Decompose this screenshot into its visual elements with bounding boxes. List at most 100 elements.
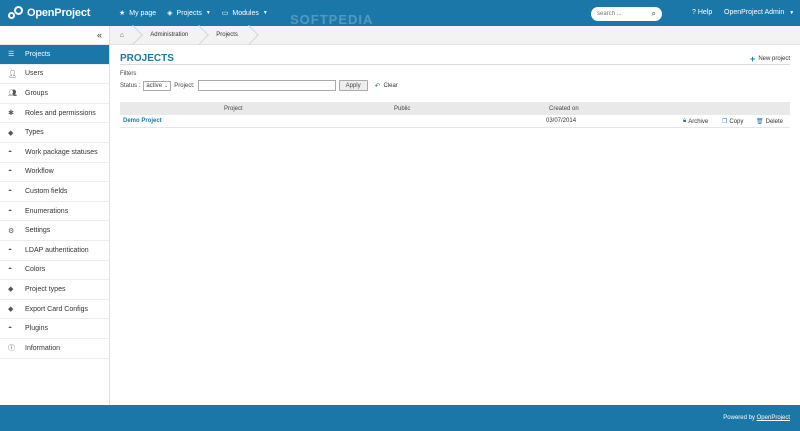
sidebar-item-types[interactable]: ◆ Types — [0, 123, 109, 143]
search-icon[interactable]: ⌕ — [652, 9, 656, 19]
sidebar-item-export-card-configs[interactable]: ◆ Export Card Configs — [0, 300, 109, 320]
created-on-cell: 03/07/2014 — [546, 118, 577, 124]
sidebar-item-label: Users — [25, 70, 44, 78]
footer-text: Powered by OpenProject — [723, 415, 790, 421]
caret-down-icon: ▼ — [205, 10, 211, 16]
info-icon: ⓘ — [8, 345, 15, 353]
search-input[interactable] — [597, 11, 647, 17]
projects-table: Project Public Created on Demo Project 0… — [120, 102, 790, 128]
caret-down-icon: ▼ — [789, 10, 795, 16]
status-label: Status : — [120, 82, 141, 89]
status-select-value: active — [146, 82, 163, 89]
sidebar-item-label: Projects — [25, 50, 51, 58]
trash-icon: 🗑︎ — [756, 119, 764, 125]
sidebar-item-label: Custom fields — [25, 187, 68, 195]
archive-label: Archive — [688, 118, 709, 125]
sidebar-item-colors[interactable]: ◓ Colors — [0, 261, 109, 281]
sidebar-item-label: Plugins — [25, 325, 48, 333]
sidebar-item-label: Groups — [25, 89, 48, 97]
sidebar-item-enumerations[interactable]: ◓ Enumerations — [0, 202, 109, 222]
page-title: PROJECTS — [120, 53, 174, 64]
list-icon: ☰ — [8, 51, 15, 59]
nav-modules-menu[interactable]: ▭ Modules ▼ — [221, 9, 268, 18]
archive-button[interactable]: 🔒︎ Archive — [683, 118, 708, 125]
sidebar-item-label: Settings — [25, 227, 51, 235]
plus-icon: + — [750, 54, 756, 64]
breadcrumb-label: Projects — [216, 32, 238, 38]
gauge-icon: ◓ — [8, 187, 13, 195]
sidebar-item-workflow[interactable]: ◓ Workflow — [0, 163, 109, 183]
sidebar-item-label: Roles and permissions — [25, 109, 96, 117]
logo-icon — [8, 6, 24, 20]
sidebar-item-label: Colors — [25, 266, 46, 274]
nav-my-page-label: My page — [129, 9, 157, 17]
sidebar-item-plugins[interactable]: ◓ Plugins — [0, 319, 109, 339]
new-project-button[interactable]: + New project — [750, 54, 790, 64]
nav-projects-menu[interactable]: ◈ Projects ▼ — [167, 9, 211, 18]
sidebar-item-label: Work package statuses — [25, 148, 98, 156]
chevron-down-icon: ⌄ — [164, 82, 169, 89]
top-menu-bar: OpenProject ★ My page ◈ Projects ▼ ▭ Mod… — [0, 0, 800, 27]
breadcrumb-item-projects[interactable]: Projects — [202, 26, 252, 45]
project-filter-input[interactable] — [197, 80, 336, 91]
title-row: PROJECTS + New project — [120, 45, 790, 65]
column-header-project[interactable]: Project — [224, 106, 243, 112]
gauge-icon: ◓ — [8, 246, 13, 254]
gauge-icon: ◓ — [8, 266, 13, 274]
lock-icon: 🔒︎ — [683, 118, 687, 124]
clear-button[interactable]: ↶ Clear — [375, 82, 398, 90]
sidebar-item-label: Information — [25, 344, 61, 352]
sidebar-item-custom-fields[interactable]: ◓ Custom fields — [0, 182, 109, 202]
undo-icon: ↶ — [374, 82, 381, 90]
apply-button[interactable]: Apply — [338, 80, 368, 91]
sidebar-item-label: LDAP authentication — [25, 246, 89, 254]
help-label: Help — [697, 9, 713, 16]
gear-icon: ✱ — [8, 110, 14, 118]
star-icon: ★ — [119, 10, 126, 17]
delete-label: Delete — [765, 118, 783, 125]
user-menu[interactable]: OpenProject Admin ▼ — [724, 9, 794, 16]
filters-label: Filters — [120, 71, 137, 77]
delete-button[interactable]: 🗑︎ Delete — [756, 118, 783, 126]
footer: Powered by OpenProject — [0, 405, 800, 431]
sidebar-item-ldap-authentication[interactable]: ◓ LDAP authentication — [0, 241, 109, 261]
breadcrumb-item-administration[interactable]: Administration — [136, 26, 202, 45]
table-row: Demo Project 03/07/2014 🔒︎ Archive ❐ Cop… — [120, 115, 790, 128]
project-link[interactable]: Demo Project — [123, 118, 162, 124]
clear-label: Clear — [383, 82, 398, 89]
modules-icon: ▭ — [221, 10, 229, 17]
logo-text: OpenProject — [27, 7, 91, 19]
breadcrumb-home[interactable]: ⌂ — [110, 26, 136, 45]
sidebar-item-roles[interactable]: ✱ Roles and permissions — [0, 104, 109, 124]
status-select[interactable]: active ⌄ — [143, 80, 172, 91]
nav-my-page[interactable]: ★ My page — [119, 9, 157, 18]
column-header-public[interactable]: Public — [394, 106, 410, 112]
column-header-created-on[interactable]: Created on — [549, 106, 579, 112]
sidebar-item-information[interactable]: ⓘ Information — [0, 339, 109, 359]
project-label: Project: — [174, 82, 195, 89]
sidebar-collapse-button[interactable]: « — [0, 26, 109, 45]
sidebar-item-label: Enumerations — [25, 207, 69, 215]
copy-button[interactable]: ❐ Copy — [722, 118, 744, 126]
search-box[interactable]: ⌕ — [591, 7, 662, 21]
filter-row: Status : active ⌄ Project: Apply ↶ Clear — [120, 80, 790, 91]
gauge-icon: ◓ — [8, 325, 13, 333]
gears-icon: ⚙︎ — [8, 227, 15, 235]
sidebar-item-settings[interactable]: ⚙︎ Settings — [0, 221, 109, 241]
openproject-link[interactable]: OpenProject — [757, 415, 790, 421]
top-nav: ★ My page ◈ Projects ▼ ▭ Modules ▼ — [108, 0, 268, 26]
new-project-label: New project — [758, 56, 790, 62]
user-label: OpenProject Admin — [724, 9, 785, 16]
sidebar-item-project-types[interactable]: ◆ Project types — [0, 280, 109, 300]
sidebar-item-projects[interactable]: ☰ Projects — [0, 45, 109, 65]
copy-icon: ❐ — [722, 119, 728, 125]
logo[interactable]: OpenProject — [0, 0, 108, 26]
sidebar-item-users[interactable]: 👤︎ Users — [0, 65, 109, 85]
main-content: PROJECTS + New project Filters Status : … — [120, 45, 790, 128]
gauge-icon: ◓ — [8, 148, 13, 156]
admin-sidebar: « ☰ Projects 👤︎ Users 👥︎ Groups ✱ Roles … — [0, 26, 110, 405]
sidebar-item-groups[interactable]: 👥︎ Groups — [0, 84, 109, 104]
help-link[interactable]: ? Help — [692, 9, 712, 16]
copy-label: Copy — [729, 118, 744, 125]
sidebar-item-work-package-statuses[interactable]: ◓ Work package statuses — [0, 143, 109, 163]
